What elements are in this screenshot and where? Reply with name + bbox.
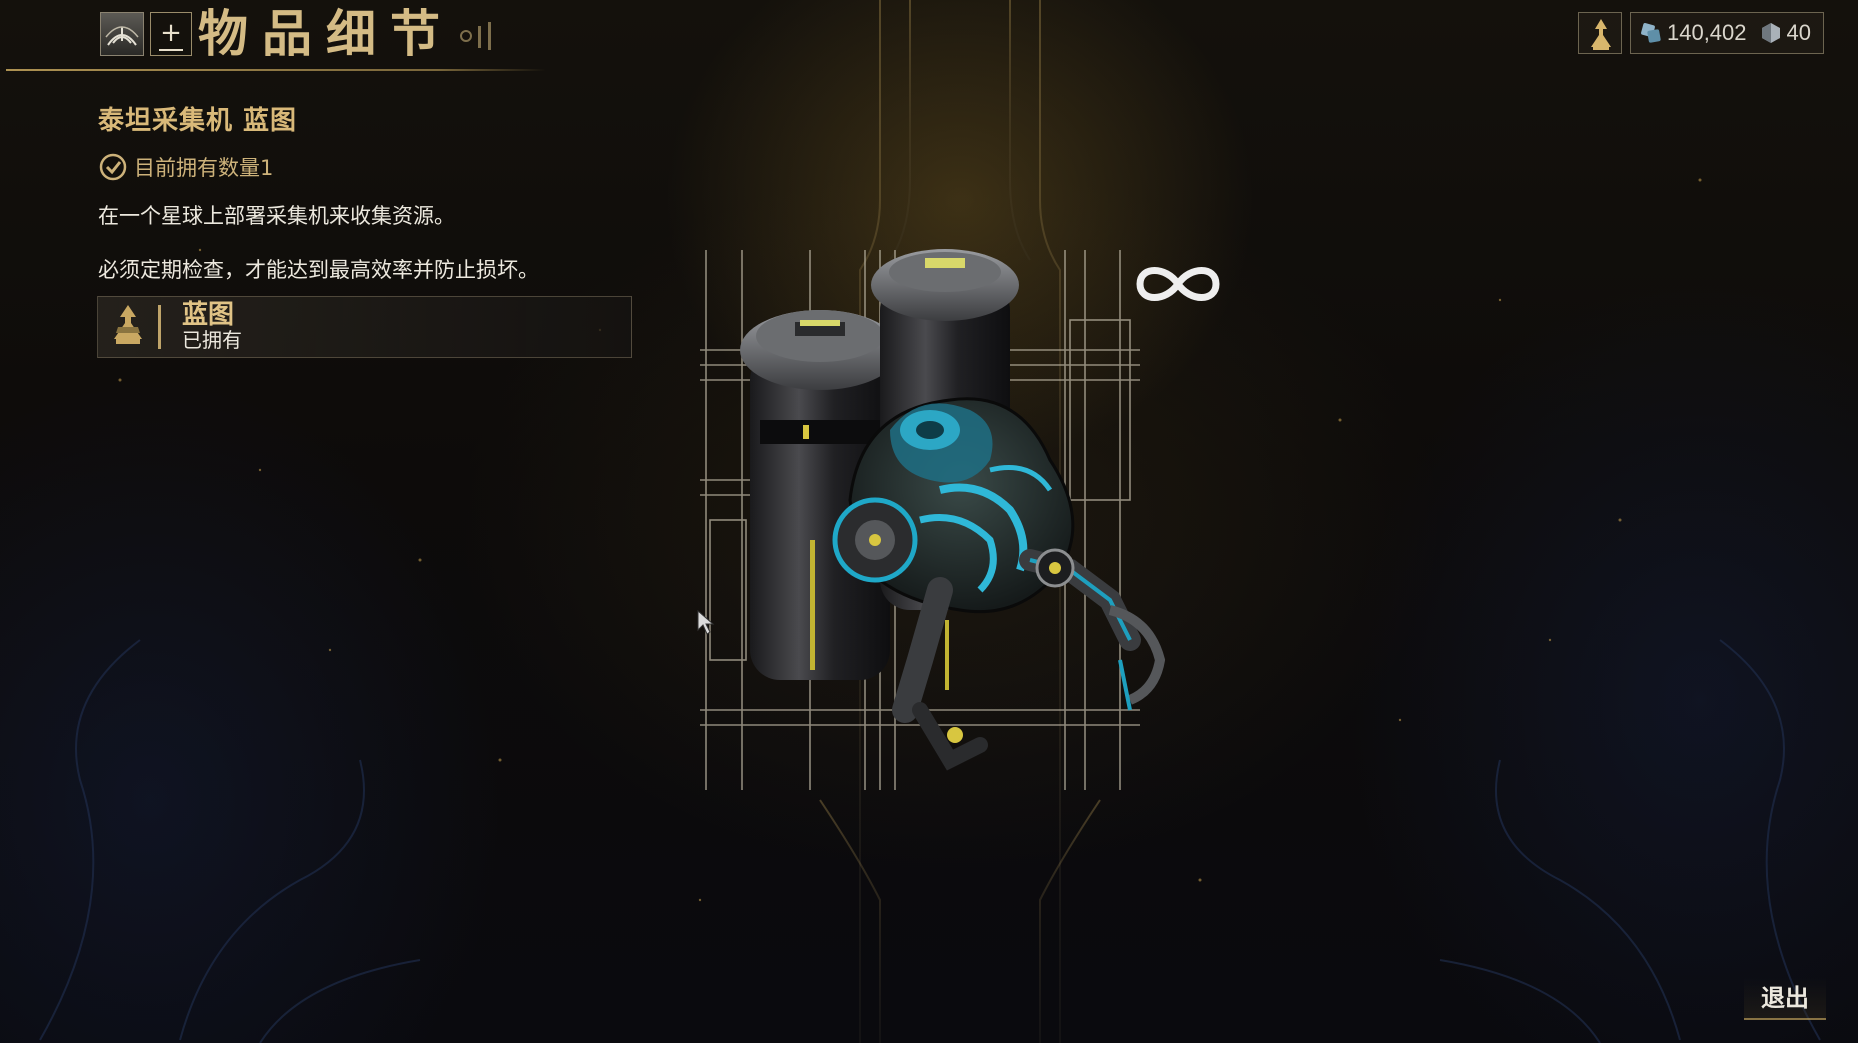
header-bar: + 物品细节 (0, 0, 560, 72)
profile-rank-icon[interactable] (1577, 12, 1622, 54)
check-circle-icon (99, 153, 127, 181)
blueprint-status: 已拥有 (182, 328, 242, 352)
add-button[interactable]: + (150, 12, 192, 56)
owned-count-text: 目前拥有数量1 (134, 156, 274, 180)
blueprint-icon (98, 297, 158, 357)
exit-button[interactable]: 退出 (1744, 978, 1826, 1020)
infinity-icon (1136, 267, 1220, 301)
mouse-cursor-icon (697, 610, 715, 635)
page-title: 物品细节 (198, 5, 454, 63)
currency-bar: 140,402 40 (1577, 12, 1824, 54)
platinum-icon (1759, 21, 1783, 45)
title-decoration-icon (460, 22, 491, 50)
owned-count-row: 目前拥有数量1 (98, 152, 273, 182)
credits-value: 140,402 (1666, 20, 1747, 45)
description-line-1: 在一个星球上部署采集机来收集资源。 (98, 204, 455, 228)
blueprint-card[interactable]: 蓝图 已拥有 (97, 296, 632, 358)
header-divider (6, 69, 546, 71)
platinum-value: 40 (1786, 20, 1811, 45)
extractor-blueprint-image (700, 249, 1166, 790)
credits-icon (1639, 21, 1663, 45)
item-details-screen: + 物品细节 140,402 40 泰坦采集机 蓝图 目前拥有数量1 在一个星球… (0, 0, 1858, 1043)
lotus-icon[interactable] (100, 12, 144, 56)
description-line-2: 必须定期检查，才能达到最高效率并防止损坏。 (98, 258, 539, 282)
currency-display: 140,402 40 (1629, 12, 1824, 54)
item-name: 泰坦采集机 蓝图 (98, 106, 298, 136)
blueprint-separator (158, 305, 161, 349)
